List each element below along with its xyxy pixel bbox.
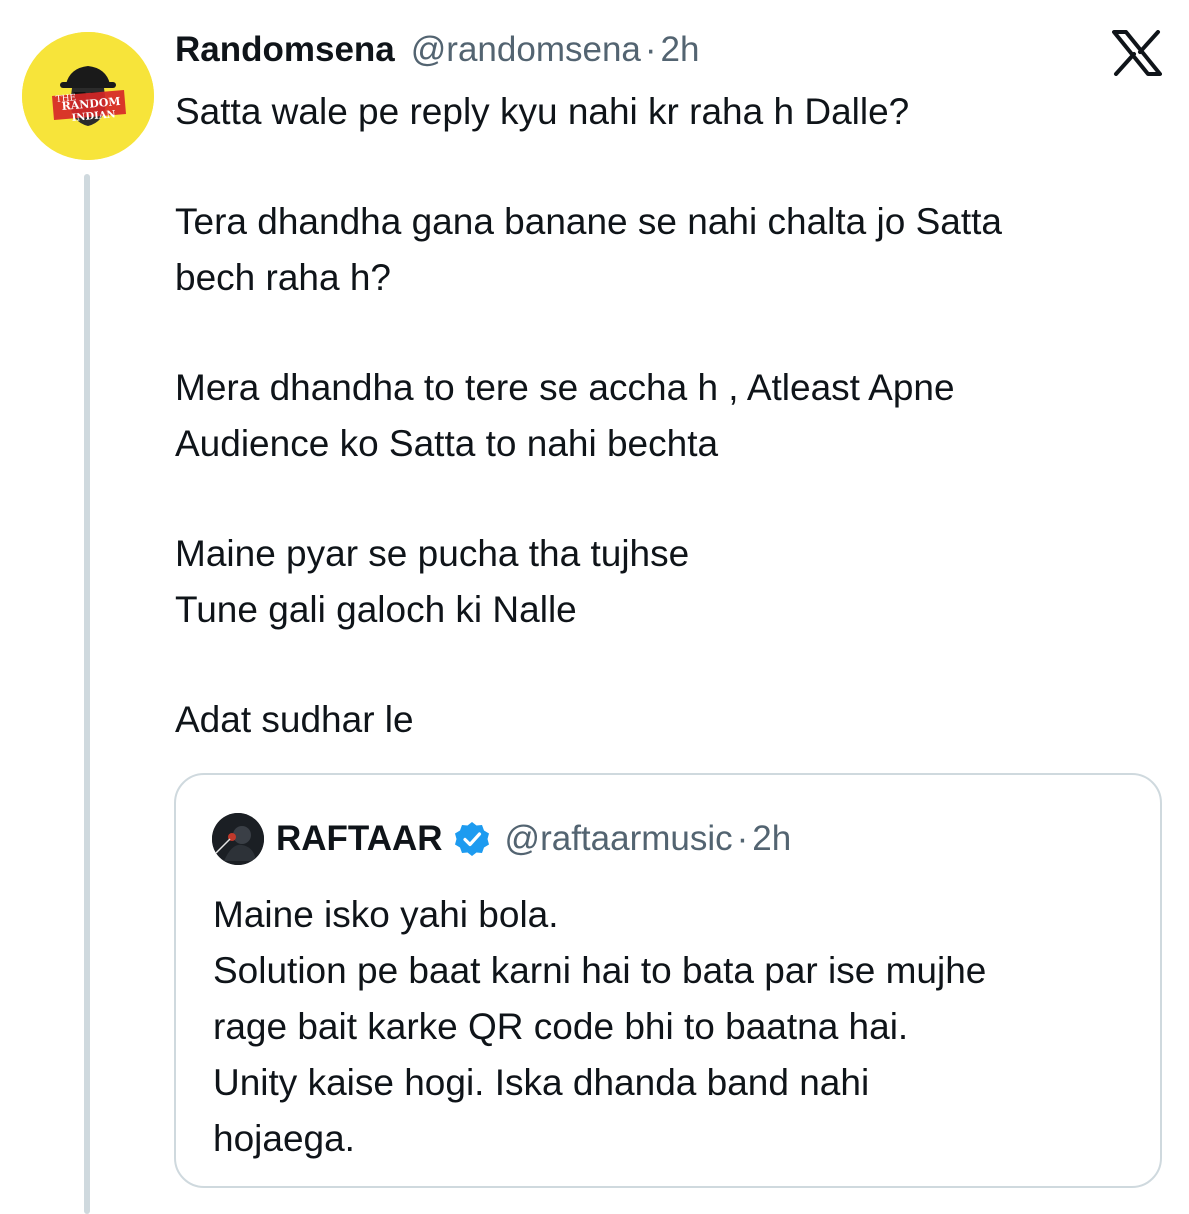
quoted-tweet-line: Unity kaise hogi. Iska dhanda band nahi — [213, 1062, 870, 1103]
quoted-tweet-timestamp[interactable]: 2h — [752, 819, 791, 859]
tweet-line: Tune gali galoch ki Nalle — [175, 589, 577, 630]
verified-badge-icon — [453, 820, 491, 858]
tweet-line: Adat sudhar le — [175, 699, 414, 740]
quoted-tweet-header: RAFTAAR @raftaarmusic · 2h — [212, 813, 791, 865]
quoted-tweet-card[interactable]: RAFTAAR @raftaarmusic · 2h Maine isko ya… — [174, 773, 1162, 1188]
tweet-line: bech raha h? — [175, 257, 392, 298]
quoted-tweet-line: rage bait karke QR code bhi to baatna ha… — [213, 1006, 909, 1047]
x-logo-icon[interactable] — [1112, 30, 1162, 76]
tweet-paragraph: Mera dhandha to tere se accha h , Atleas… — [175, 360, 1165, 472]
author-handle[interactable]: @randomsena — [411, 30, 641, 70]
tweet-line: Satta wale pe reply kyu nahi kr raha h D… — [175, 91, 910, 132]
tweet-timestamp[interactable]: 2h — [661, 30, 700, 70]
tweet-line: Tera dhandha gana banane se nahi chalta … — [175, 201, 1002, 242]
header-separator: · — [644, 30, 657, 69]
author-avatar[interactable]: THE RANDOM INDIAN — [22, 32, 154, 160]
thread-connector-line — [84, 174, 90, 1214]
quoted-author-display-name[interactable]: RAFTAAR — [276, 819, 443, 859]
tweet-paragraph: Tera dhandha gana banane se nahi chalta … — [175, 194, 1165, 306]
tweet-paragraph: Satta wale pe reply kyu nahi kr raha h D… — [175, 84, 1165, 140]
tweet-line: Maine pyar se pucha tha tujhse — [175, 533, 690, 574]
quoted-tweet-text: Maine isko yahi bola. Solution pe baat k… — [213, 887, 1153, 1167]
quoted-header-separator: · — [736, 819, 749, 858]
quoted-tweet-line: hojaega. — [213, 1118, 355, 1159]
quoted-tweet-line: Maine isko yahi bola. — [213, 894, 559, 935]
tweet-text: Satta wale pe reply kyu nahi kr raha h D… — [175, 84, 1165, 748]
tweet-line: Audience ko Satta to nahi bechta — [175, 423, 719, 464]
tweet-paragraph: Maine pyar se pucha tha tujhse Tune gali… — [175, 526, 1165, 638]
quoted-author-handle[interactable]: @raftaarmusic — [505, 819, 733, 859]
tweet-paragraph: Adat sudhar le — [175, 692, 1165, 748]
quoted-tweet-line: Solution pe baat karni hai to bata par i… — [213, 950, 987, 991]
random-indian-logo: THE RANDOM INDIAN — [22, 32, 154, 160]
tweet-line: Mera dhandha to tere se accha h , Atleas… — [175, 367, 955, 408]
author-display-name[interactable]: Randomsena — [175, 30, 395, 70]
quoted-author-avatar[interactable] — [212, 813, 264, 865]
tweet-header: Randomsena @randomsena · 2h — [175, 30, 699, 80]
